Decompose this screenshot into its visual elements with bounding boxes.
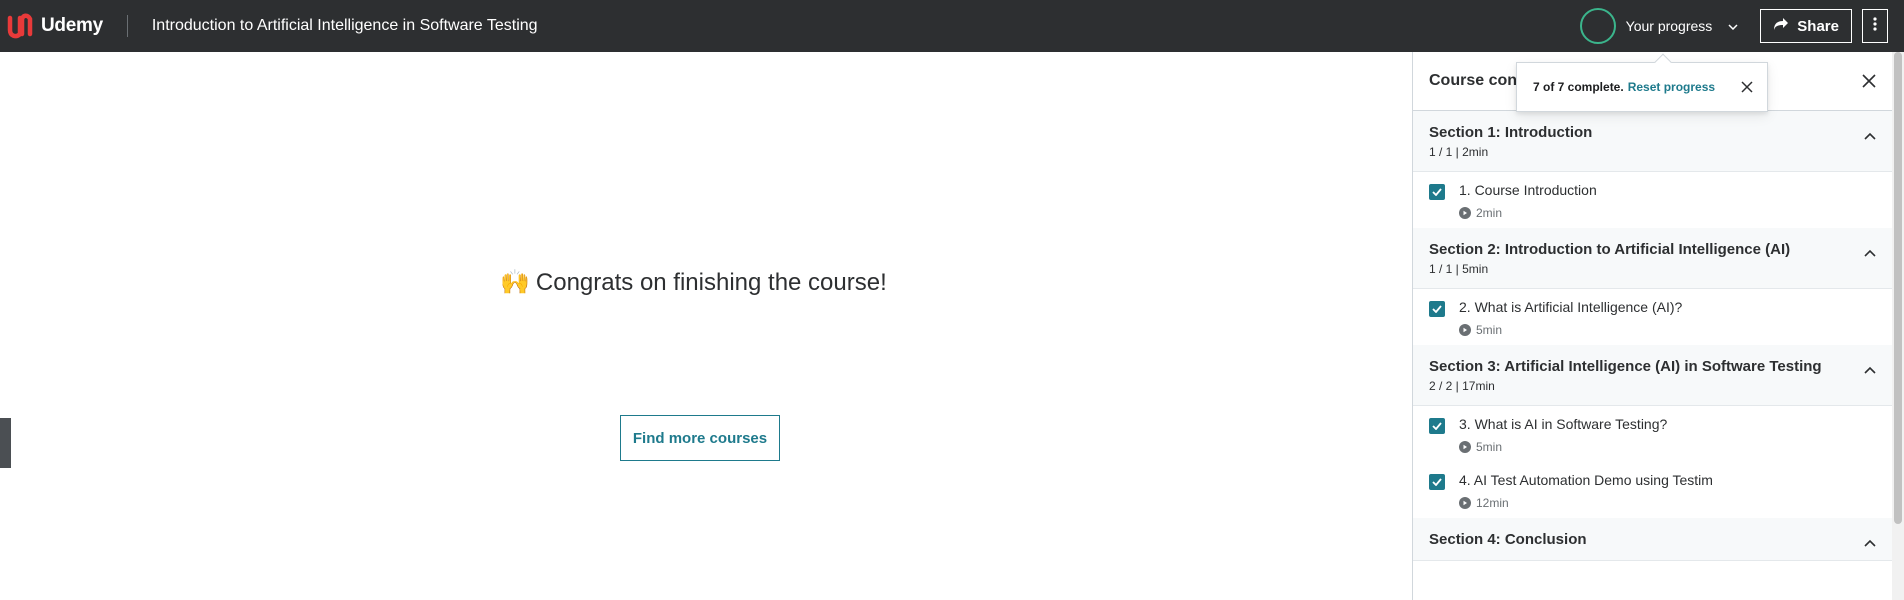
more-options-button[interactable] (1862, 9, 1888, 43)
play-circle-icon (1459, 324, 1471, 336)
main-content (0, 52, 1412, 600)
congrats-message: 🙌 Congrats on finishing the course! (500, 268, 900, 297)
progress-label: Your progress (1625, 18, 1713, 34)
chevron-up-icon (1864, 361, 1876, 379)
sidebar-title: Course con (1429, 72, 1518, 89)
checkbox-checked-icon[interactable] (1429, 418, 1445, 434)
lecture-item[interactable]: 4. AI Test Automation Demo using Testim … (1413, 462, 1892, 518)
section-meta: 2 / 2 | 17min (1429, 379, 1495, 393)
duration-text: 2min (1476, 206, 1503, 220)
lecture-duration: 5min (1459, 323, 1682, 337)
lecture-duration: 5min (1459, 440, 1667, 454)
lecture-title: 4. AI Test Automation Demo using Testim (1459, 472, 1713, 488)
top-navbar: Udemy Introduction to Artificial Intelli… (0, 0, 1904, 52)
lecture-duration: 12min (1459, 496, 1713, 510)
checkbox-checked-icon[interactable] (1429, 474, 1445, 490)
duration-text: 5min (1476, 323, 1503, 337)
udemy-logo[interactable]: Udemy (0, 0, 103, 52)
progress-popover: 7 of 7 complete. Reset progress (1516, 53, 1768, 112)
section-meta: 1 / 1 | 5min (1429, 262, 1489, 276)
lecture-title: 3. What is AI in Software Testing? (1459, 416, 1668, 432)
section-header[interactable]: Section 1: Introduction 1 / 1 | 2min (1413, 111, 1892, 172)
lecture-item[interactable]: 2. What is Artificial Intelligence (AI)?… (1413, 289, 1892, 345)
lecture-item[interactable]: 3. What is AI in Software Testing? 5min (1413, 406, 1892, 462)
lecture-title: 2. What is Artificial Intelligence (AI)? (1459, 299, 1683, 315)
chevron-up-icon (1864, 244, 1876, 262)
checkbox-checked-icon[interactable] (1429, 301, 1445, 317)
udemy-wordmark: Udemy (41, 15, 103, 36)
section-title: Section 3: Artificial Intelligence (AI) … (1429, 358, 1822, 375)
reset-progress-link[interactable]: Reset progress (1628, 80, 1715, 94)
share-button[interactable]: Share (1760, 9, 1852, 43)
chevron-up-icon (1864, 534, 1876, 552)
progress-dropdown[interactable]: Your progress (1579, 8, 1739, 44)
checkbox-checked-icon[interactable] (1429, 184, 1445, 200)
play-circle-icon (1459, 441, 1471, 453)
close-popover-icon[interactable] (1741, 81, 1753, 93)
progress-ring-icon (1579, 8, 1616, 44)
share-icon (1773, 17, 1789, 35)
kebab-menu-icon (1873, 16, 1877, 36)
udemy-logo-icon (4, 10, 38, 42)
lecture-item[interactable]: 1. Course Introduction 2min (1413, 172, 1892, 228)
course-content-sidebar: Course con Section 1: Introduction 1 / 1… (1412, 52, 1892, 600)
lecture-duration: 2min (1459, 206, 1597, 220)
section-meta: 1 / 1 | 2min (1429, 145, 1489, 159)
section-header[interactable]: Section 3: Artificial Intelligence (AI) … (1413, 345, 1892, 406)
lecture-title: 1. Course Introduction (1459, 182, 1597, 198)
header-divider (126, 15, 128, 37)
completion-count: 7 of 7 complete. (1533, 80, 1624, 94)
header-actions: Your progress Share (1579, 0, 1904, 52)
duration-text: 5min (1476, 440, 1503, 454)
expand-sidebar-handle[interactable] (0, 418, 11, 468)
section-title: Section 2: Introduction to Artificial In… (1429, 241, 1791, 258)
course-title[interactable]: Introduction to Artificial Intelligence … (152, 17, 538, 35)
duration-text: 12min (1476, 496, 1509, 510)
chevron-up-icon (1864, 127, 1876, 145)
celebration-emoji: 🙌 (500, 269, 530, 296)
section-title: Section 1: Introduction (1429, 124, 1593, 141)
section-title: Section 4: Conclusion (1429, 531, 1587, 548)
section-header[interactable]: Section 4: Conclusion (1413, 518, 1892, 561)
section-header[interactable]: Section 2: Introduction to Artificial In… (1413, 228, 1892, 289)
scrollbar-thumb[interactable] (1894, 52, 1902, 524)
chevron-down-icon (1728, 17, 1738, 35)
play-circle-icon (1459, 207, 1471, 219)
sidebar-scrollbar[interactable] (1892, 52, 1904, 600)
congrats-text: Congrats on finishing the course! (535, 268, 887, 296)
play-circle-icon (1459, 497, 1471, 509)
close-sidebar-icon[interactable] (1862, 74, 1876, 88)
share-label: Share (1797, 17, 1839, 35)
find-more-courses-button[interactable]: Find more courses (620, 415, 780, 461)
